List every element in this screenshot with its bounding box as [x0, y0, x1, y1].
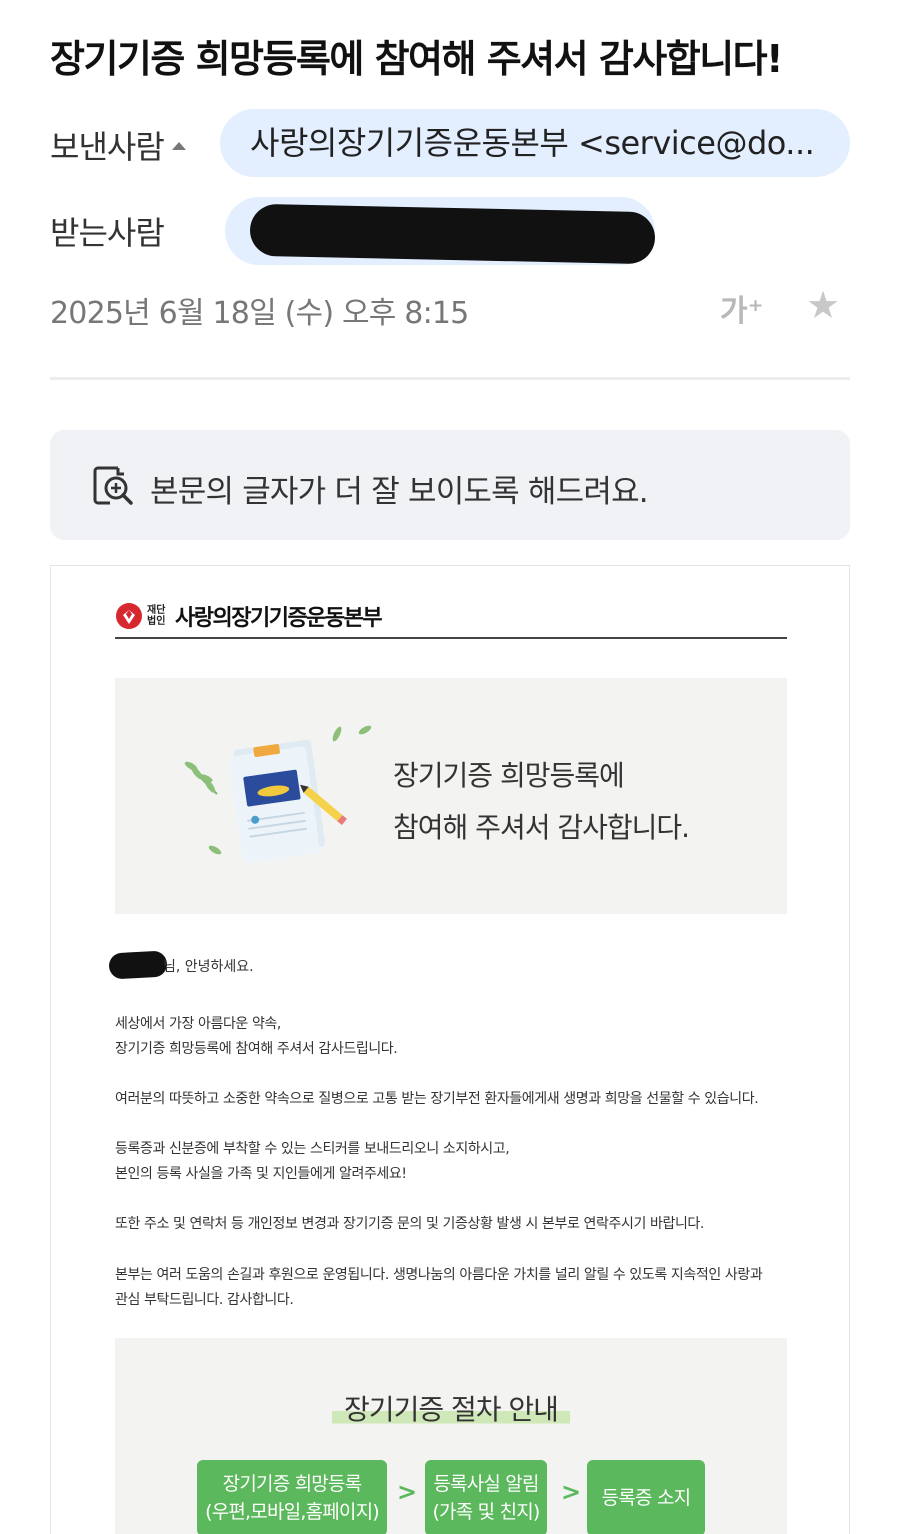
- paragraph-1: 세상에서 가장 아름다운 약속, 장기기증 희망등록에 참여해 주셔서 감사드립…: [115, 1012, 795, 1062]
- org-logo[interactable]: 재단 법인 사랑의장기기증운동본부: [115, 598, 383, 634]
- paragraph-2: 여러분의 따뜻하고 소중한 약속으로 질병으로 고통 받는 장기부전 환자들에게…: [115, 1091, 759, 1107]
- logo-small-text: 재단 법인: [147, 605, 166, 627]
- banner-line-2: 참여해 주셔서 감사합니다.: [393, 811, 690, 844]
- logo-text: 사랑의장기기증운동본부: [175, 606, 383, 631]
- paragraph-1-line-2: 장기기증 희망등록에 참여해 주셔서 감사드립니다.: [115, 1041, 398, 1057]
- sender-label: 보낸사람: [50, 128, 165, 166]
- procedure-title: 장기기증 절차 안내: [115, 1388, 787, 1428]
- paragraph-4: 또한 주소 및 연락처 등 개인정보 변경과 장기기증 문의 및 기증상황 발생…: [115, 1216, 704, 1232]
- sender-chip[interactable]: 사랑의장기기증운동본부 <service@do...: [220, 109, 850, 177]
- zoom-in-icon: [93, 466, 133, 505]
- caret-up-icon[interactable]: [171, 142, 186, 150]
- step-carry-card: 등록증 소지: [587, 1460, 705, 1534]
- star-icon[interactable]: ★: [806, 286, 840, 324]
- clipboard-illustration: [184, 725, 372, 864]
- procedure-section: 장기기증 절차 안내 장기기증 희망등록 (우편,모바일,홈페이지) > 등록사…: [115, 1338, 787, 1534]
- step-2-line-2: (가족 및 친지): [432, 1501, 540, 1523]
- paragraph-5-line-1: 본부는 여러 도움의 손길과 후원으로 운영됩니다. 생명나눔의 아름다운 가치…: [115, 1267, 763, 1283]
- thanks-banner: 장기기증 희망등록에 참여해 주셔서 감사합니다.: [115, 678, 787, 914]
- readable-text-prompt: 본문의 글자가 더 잘 보이도록 해드려요.: [150, 474, 649, 510]
- email-subject: 장기기증 희망등록에 참여해 주셔서 감사합니다!: [50, 37, 783, 81]
- step-1-line-1: 장기기증 희망등록: [222, 1473, 362, 1495]
- step-register: 장기기증 희망등록 (우편,모바일,홈페이지): [197, 1460, 387, 1534]
- banner-message: 장기기증 희망등록에 참여해 주셔서 감사합니다.: [393, 750, 690, 854]
- paragraph-1-line-1: 세상에서 가장 아름다운 약속,: [115, 1016, 281, 1032]
- chevron-right-icon: >: [397, 1478, 418, 1506]
- readable-text-banner[interactable]: 본문의 글자가 더 잘 보이도록 해드려요.: [50, 430, 850, 540]
- paragraph-5-line-2: 관심 부탁드립니다. 감사합니다.: [115, 1292, 294, 1308]
- paragraph-3: 등록증과 신분증에 부착할 수 있는 스티커를 보내드리오니 소지하시고, 본인…: [115, 1137, 795, 1187]
- greeting: 님, 안녕하세요.: [163, 959, 254, 975]
- logo-divider: [115, 637, 787, 639]
- recipient-label: 받는사람: [50, 214, 165, 252]
- font-size-icon[interactable]: 가⁺: [720, 286, 763, 330]
- leaf-branch-icon: [184, 761, 218, 795]
- heart-logo-icon: [116, 603, 142, 629]
- banner-line-1: 장기기증 희망등록에: [393, 759, 625, 792]
- recipient-redaction: [249, 203, 656, 265]
- sent-date: 2025년 6월 18일 (수) 오후 8:15: [50, 296, 469, 331]
- paragraph-5: 본부는 여러 도움의 손길과 후원으로 운영됩니다. 생명나눔의 아름다운 가치…: [115, 1263, 795, 1313]
- chevron-right-icon: >: [561, 1478, 582, 1506]
- name-redaction: [108, 950, 168, 980]
- email-body: 재단 법인 사랑의장기기증운동본부 장기기증 희망등록에 참여해 주셔서 감사합…: [50, 565, 850, 1534]
- step-notify: 등록사실 알림 (가족 및 친지): [425, 1460, 547, 1534]
- paragraph-3-line-2: 본인의 등록 사실을 가족 및 지인들에게 알려주세요!: [115, 1166, 407, 1182]
- header-divider: [50, 377, 850, 380]
- procedure-title-text: 장기기증 절차 안내: [332, 1393, 570, 1426]
- step-1-line-2: (우편,모바일,홈페이지): [205, 1501, 380, 1523]
- paragraph-3-line-1: 등록증과 신분증에 부착할 수 있는 스티커를 보내드리오니 소지하시고,: [115, 1141, 510, 1157]
- sender-row[interactable]: 보낸사람: [50, 122, 186, 168]
- step-2-line-1: 등록사실 알림: [433, 1473, 539, 1495]
